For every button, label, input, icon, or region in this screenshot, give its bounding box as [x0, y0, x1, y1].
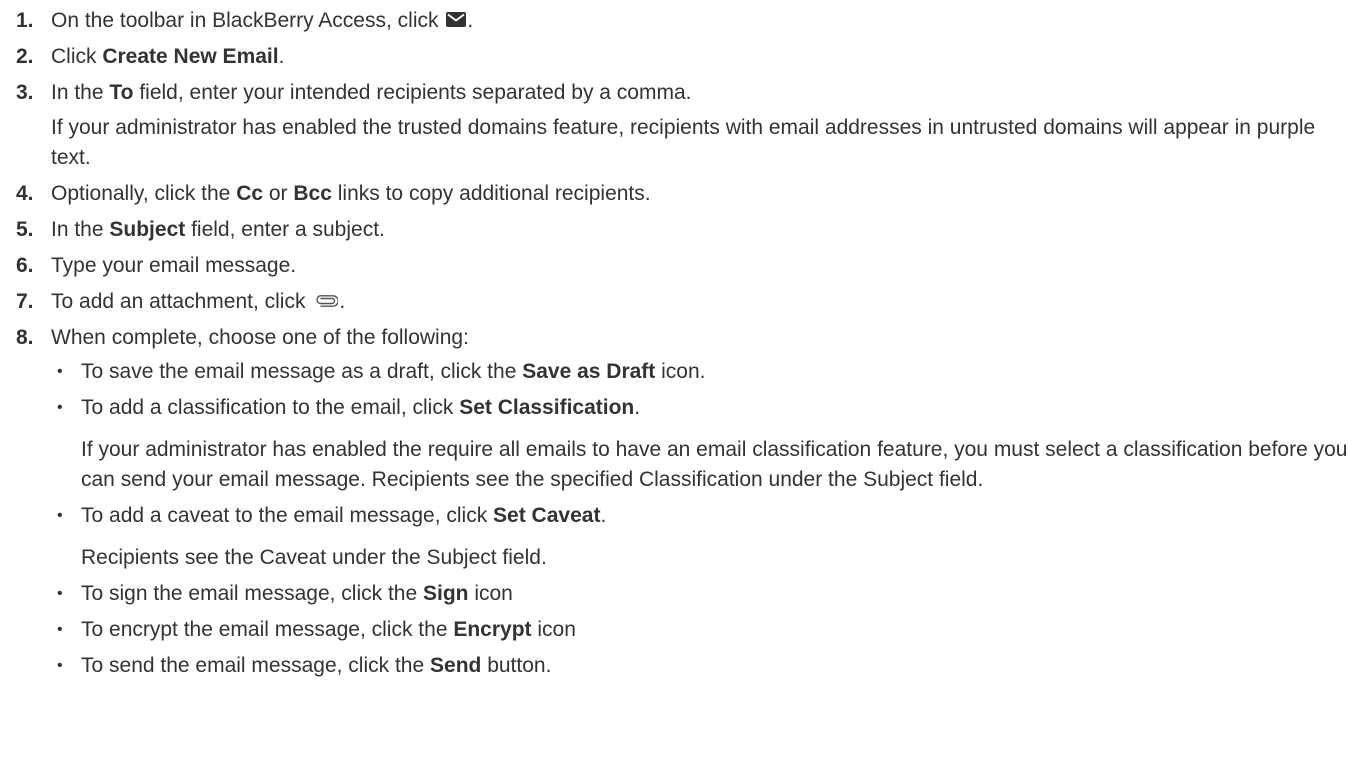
option-set-caveat: • To add a caveat to the email message, …: [51, 501, 1348, 573]
mail-icon: [446, 12, 467, 28]
step-number: 5.: [16, 218, 34, 241]
option-text: To add a caveat to the email message, cl…: [81, 504, 494, 527]
option-text-end: button.: [481, 654, 552, 677]
step-text-end: field, enter your intended recipients se…: [133, 81, 692, 104]
step-text: Type your email message.: [51, 254, 297, 277]
bullet: •: [57, 363, 63, 380]
step-note: If your administrator has enabled the tr…: [51, 116, 1316, 169]
step-number: 8.: [16, 326, 34, 349]
step-text-end: .: [339, 290, 346, 313]
ui-term-cc: Cc: [236, 182, 264, 205]
step-4: 4. Optionally, click the Cc or Bcc links…: [16, 179, 1348, 209]
step-7: 7. To add an attachment, click .: [16, 287, 1348, 317]
step-text: Optionally, click the: [51, 182, 237, 205]
option-text: To encrypt the email message, click the: [81, 618, 454, 641]
step-text-mid: or: [263, 182, 294, 205]
step-number: 6.: [16, 254, 34, 277]
step-number: 3.: [16, 81, 34, 104]
option-save-as-draft: • To save the email message as a draft, …: [51, 357, 1348, 387]
step-text-end: .: [467, 9, 474, 32]
bullet: •: [57, 507, 63, 524]
ui-term-to: To: [109, 81, 134, 104]
ui-term-bcc: Bcc: [293, 182, 332, 205]
step-2: 2. Click Create New Email.: [16, 42, 1348, 72]
step-text-end: links to copy additional recipients.: [331, 182, 651, 205]
bullet: •: [57, 399, 63, 416]
step-6: 6. Type your email message.: [16, 251, 1348, 281]
option-send: • To send the email message, click the S…: [51, 651, 1348, 681]
completion-options-list: • To save the email message as a draft, …: [51, 357, 1348, 681]
step-5: 5. In the Subject field, enter a subject…: [16, 215, 1348, 245]
step-text: On the toolbar in BlackBerry Access, cli…: [51, 9, 445, 32]
option-note: If your administrator has enabled the re…: [81, 438, 1348, 491]
option-text: To save the email message as a draft, cl…: [81, 360, 523, 383]
paperclip-icon: [316, 295, 339, 308]
step-number: 4.: [16, 182, 34, 205]
step-text: In the: [51, 218, 110, 241]
ui-term-set-caveat: Set Caveat: [493, 504, 601, 527]
ui-term-sign: Sign: [423, 582, 469, 605]
option-text: To add a classification to the email, cl…: [81, 396, 460, 419]
step-text: In the: [51, 81, 110, 104]
step-text-end: field, enter a subject.: [185, 218, 385, 241]
bullet: •: [57, 621, 63, 638]
option-text-end: icon: [468, 582, 513, 605]
step-number: 1.: [16, 9, 34, 32]
option-note: Recipients see the Caveat under the Subj…: [81, 546, 547, 569]
step-number: 2.: [16, 45, 34, 68]
option-text: To sign the email message, click the: [81, 582, 423, 605]
ui-term-send: Send: [430, 654, 482, 677]
ui-term-encrypt: Encrypt: [453, 618, 532, 641]
bullet: •: [57, 657, 63, 674]
step-3: 3. In the To field, enter your intended …: [16, 78, 1348, 173]
step-text: To add an attachment, click: [51, 290, 312, 313]
option-text-end: .: [600, 504, 607, 527]
steps-list: 1. On the toolbar in BlackBerry Access, …: [16, 6, 1348, 681]
step-text: When complete, choose one of the followi…: [51, 326, 469, 349]
ui-term-create-new-email: Create New Email: [102, 45, 279, 68]
option-text: To send the email message, click the: [81, 654, 431, 677]
option-set-classification: • To add a classification to the email, …: [51, 393, 1348, 495]
step-1: 1. On the toolbar in BlackBerry Access, …: [16, 6, 1348, 36]
option-sign: • To sign the email message, click the S…: [51, 579, 1348, 609]
bullet: •: [57, 585, 63, 602]
step-8: 8. When complete, choose one of the foll…: [16, 323, 1348, 681]
step-number: 7.: [16, 290, 34, 313]
option-text-end: icon.: [655, 360, 706, 383]
option-text-end: .: [634, 396, 641, 419]
ui-term-subject: Subject: [109, 218, 186, 241]
step-text: Click: [51, 45, 103, 68]
instructions-page: 1. On the toolbar in BlackBerry Access, …: [0, 0, 1348, 775]
ui-term-save-as-draft: Save as Draft: [522, 360, 656, 383]
option-encrypt: • To encrypt the email message, click th…: [51, 615, 1348, 645]
ui-term-set-classification: Set Classification: [459, 396, 635, 419]
option-text-end: icon: [531, 618, 576, 641]
step-text-end: .: [278, 45, 285, 68]
